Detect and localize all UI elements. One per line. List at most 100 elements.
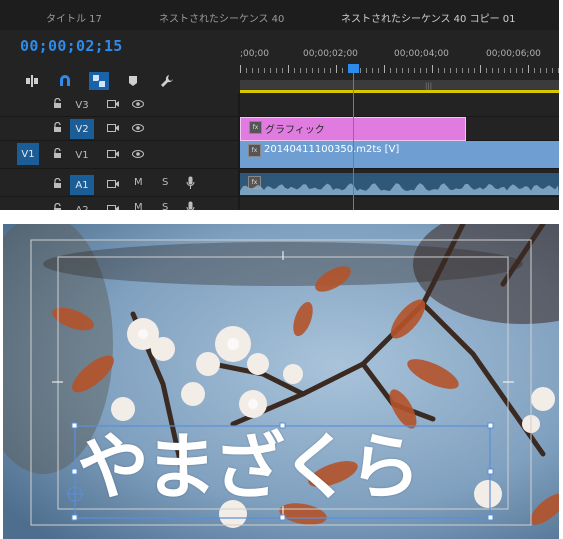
audio-clip[interactable]: fx: [240, 173, 559, 195]
ruler-ticks: [240, 65, 559, 73]
program-monitor[interactable]: やまざくら: [3, 224, 559, 539]
ruler-tick: [558, 68, 559, 73]
source-patch-v1[interactable]: V1: [17, 143, 39, 165]
ruler-tick: [504, 68, 505, 73]
camera-icon[interactable]: [107, 179, 119, 189]
lock-icon[interactable]: [53, 178, 62, 189]
ruler-label: 00;00;04;00: [394, 49, 449, 59]
track-lane-a1[interactable]: fx: [240, 172, 559, 197]
ruler-tick: [252, 68, 253, 73]
track-lane-v2[interactable]: fx グラフィック: [240, 116, 559, 141]
ruler-tick: [528, 65, 529, 73]
ruler-tick: [312, 68, 313, 73]
lock-icon[interactable]: [53, 98, 62, 109]
ruler-tick: [414, 68, 415, 73]
ruler-tick: [468, 68, 469, 73]
ruler-tick: [240, 65, 241, 73]
ruler-tick: [522, 68, 523, 73]
fx-badge-icon: fx: [248, 144, 261, 157]
ruler-tick: [462, 68, 463, 73]
ruler-tick: [282, 68, 283, 73]
ruler-tick: [402, 68, 403, 73]
add-marker-icon[interactable]: [123, 72, 143, 90]
ruler-tick: [438, 68, 439, 73]
mute-button[interactable]: M: [134, 177, 143, 188]
ruler-tick: [306, 68, 307, 73]
tab-nested-sequence-40[interactable]: ネストされたシーケンス 40: [159, 10, 284, 25]
camera-icon[interactable]: [107, 123, 119, 133]
lock-icon[interactable]: [53, 148, 62, 159]
track-header-v2: V2: [0, 116, 238, 141]
snap-magnet-icon[interactable]: [55, 72, 75, 90]
track-name-a2[interactable]: A2: [70, 200, 94, 211]
current-timecode[interactable]: 00;00;02;15: [20, 37, 123, 55]
ruler-tick: [324, 68, 325, 73]
track-lane-a2[interactable]: [240, 197, 559, 210]
ruler-tick: [366, 68, 367, 73]
eye-icon[interactable]: [132, 124, 144, 132]
ruler-tick: [420, 68, 421, 73]
ruler-tick: [372, 68, 373, 73]
track-header-v1: V1 V1: [0, 140, 238, 169]
time-ruler[interactable]: ;00;00 00;00;02;00 00;00;04;00 00;00;06;…: [240, 42, 559, 80]
ruler-tick: [510, 68, 511, 73]
ruler-tick: [288, 65, 289, 73]
graphic-clip-label: グラフィック: [265, 125, 325, 136]
work-area-grip[interactable]: |||: [425, 82, 432, 90]
camera-icon[interactable]: [107, 204, 119, 210]
track-name-v2[interactable]: V2: [70, 119, 94, 139]
sequence-tab-bar: タイトル 17 ネストされたシーケンス 40 ネストされたシーケンス 40 コピ…: [0, 0, 559, 30]
tab-title-17[interactable]: タイトル 17: [46, 10, 102, 25]
ripple-edit-icon[interactable]: [22, 72, 42, 90]
track-lane-v1[interactable]: fx 20140411100350.m2ts [V]: [240, 140, 559, 169]
playhead-line[interactable]: [353, 70, 354, 210]
ruler-tick: [330, 68, 331, 73]
eye-icon[interactable]: [132, 100, 144, 108]
ruler-tick: [456, 68, 457, 73]
track-header-v3: V3: [0, 92, 238, 117]
tab-nested-sequence-40-copy[interactable]: ネストされたシーケンス 40 コピー 01: [341, 10, 516, 25]
mute-button[interactable]: M: [134, 202, 143, 210]
wrench-icon[interactable]: [157, 72, 177, 90]
lock-icon[interactable]: [53, 122, 62, 133]
ruler-tick: [534, 68, 535, 73]
ruler-tick: [300, 68, 301, 73]
track-name-a1[interactable]: A1: [70, 175, 94, 195]
track-lane-v3[interactable]: [240, 92, 559, 117]
track-name-v1[interactable]: V1: [70, 145, 94, 165]
ruler-tick: [360, 68, 361, 73]
track-header-a1: A1 M S: [0, 172, 238, 197]
ruler-tick: [336, 65, 337, 73]
ruler-tick: [384, 65, 385, 73]
ruler-label: ;00;00: [240, 49, 269, 59]
ruler-tick: [486, 68, 487, 73]
ruler-tick: [474, 68, 475, 73]
timeline-panel: タイトル 17 ネストされたシーケンス 40 ネストされたシーケンス 40 コピ…: [0, 0, 559, 210]
camera-icon[interactable]: [107, 149, 119, 159]
ruler-tick: [246, 68, 247, 73]
video-clip[interactable]: fx 20140411100350.m2ts [V]: [240, 141, 559, 168]
ruler-tick: [390, 68, 391, 73]
track-name-v3[interactable]: V3: [70, 95, 94, 115]
ruler-tick: [318, 68, 319, 73]
ruler-tick: [294, 68, 295, 73]
solo-button[interactable]: S: [162, 202, 168, 210]
ruler-tick: [426, 68, 427, 73]
lock-icon[interactable]: [53, 203, 62, 210]
solo-button[interactable]: S: [162, 177, 168, 188]
ruler-tick: [264, 68, 265, 73]
mic-icon[interactable]: [186, 176, 195, 190]
mic-icon[interactable]: [186, 201, 195, 210]
ruler-label: 00;00;02;00: [303, 49, 358, 59]
ruler-tick: [342, 68, 343, 73]
eye-icon[interactable]: [132, 150, 144, 158]
title-text-layer[interactable]: やまざくら: [77, 422, 492, 512]
linked-selection-icon[interactable]: [89, 72, 109, 90]
fx-badge-icon: fx: [249, 121, 262, 134]
ruler-tick: [258, 68, 259, 73]
playhead-handle[interactable]: [348, 64, 359, 73]
ruler-tick: [540, 68, 541, 73]
ruler-tick: [516, 68, 517, 73]
camera-icon[interactable]: [107, 99, 119, 109]
ruler-tick: [498, 68, 499, 73]
